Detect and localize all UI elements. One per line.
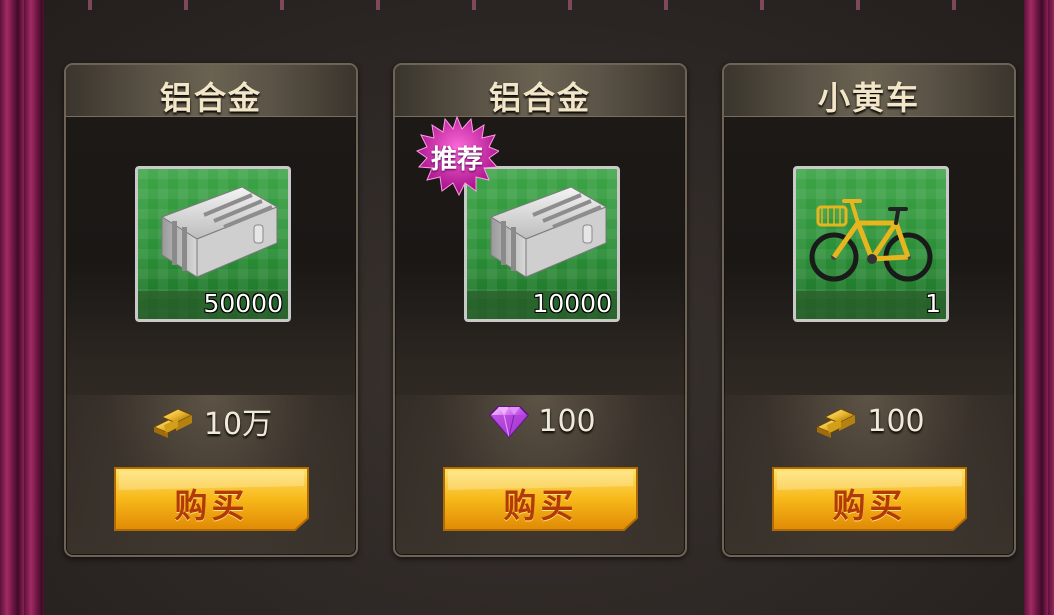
- shop-item-card-1: 铝合金 50000 10万 购买: [64, 63, 358, 557]
- shop-item-card-2: 铝合金 10000 推荐 100 购买: [393, 63, 687, 557]
- recommended-badge: 推荐: [415, 115, 499, 199]
- card-title-bar: 铝合金: [66, 65, 356, 117]
- card-title-bar: 小黄车: [724, 65, 1014, 117]
- buy-button[interactable]: 购买: [767, 466, 972, 532]
- buy-button-label: 购买: [832, 486, 907, 525]
- item-icon-frame[interactable]: 1: [793, 166, 949, 322]
- buy-button[interactable]: 购买: [438, 466, 643, 532]
- badge-label: 推荐: [430, 145, 483, 175]
- price-row: 10万: [66, 399, 356, 443]
- shop-item-card-3: 小黄车 1 100 购买: [722, 63, 1016, 557]
- item-title: 小黄车: [817, 79, 920, 117]
- price-value: 100: [867, 403, 925, 439]
- item-quantity: 10000: [532, 289, 612, 318]
- gold-bars-icon: [816, 408, 857, 438]
- item-quantity: 50000: [203, 289, 283, 318]
- price-row: 100: [724, 399, 1014, 443]
- price-row: 100: [395, 399, 685, 443]
- gold-bars-icon: [152, 408, 194, 438]
- yellow-bicycle-icon: [809, 199, 933, 282]
- price-value: 10万: [203, 407, 273, 442]
- item-quantity: 1: [925, 289, 941, 318]
- aluminum-alloy-icon: [160, 186, 279, 278]
- right-curtain: [1024, 0, 1054, 615]
- buy-button-label: 购买: [174, 486, 249, 525]
- quantity-strip: [796, 291, 946, 319]
- buy-button-label: 购买: [503, 486, 578, 525]
- item-title: 铝合金: [159, 79, 262, 117]
- item-icon-frame[interactable]: 50000: [135, 166, 291, 322]
- item-title: 铝合金: [488, 79, 591, 117]
- left-curtain: [0, 0, 44, 615]
- price-value: 100: [538, 403, 596, 439]
- card-title-bar: 铝合金: [395, 65, 685, 117]
- top-trim: [44, 0, 1024, 10]
- buy-button[interactable]: 购买: [109, 466, 314, 532]
- diamond-icon: [489, 406, 530, 439]
- shop-background: 铝合金 50000 10万 购买 铝合金 10000 推荐 100 购买 小黄车…: [0, 0, 1054, 615]
